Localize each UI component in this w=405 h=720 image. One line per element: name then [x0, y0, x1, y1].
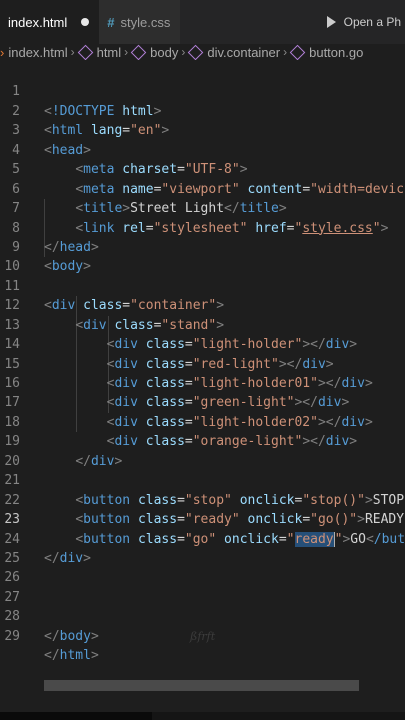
code-line: 28 </body>: [4, 609, 99, 644]
code-line: 1 <!DOCTYPE html>: [12, 84, 162, 119]
code-line: 11 <div class="container">: [4, 278, 225, 314]
breadcrumb-item-div-container[interactable]: div.container: [188, 44, 280, 60]
code-line: 20: [4, 453, 20, 469]
breadcrumb-item-file[interactable]: index.html: [8, 45, 67, 60]
bottom-bar: [0, 712, 405, 720]
code-line-active: 23 <button class="go" onclick="ready">GO…: [4, 512, 405, 547]
chevron-right-icon: ›: [124, 45, 129, 59]
chevron-right-icon: ›: [283, 45, 288, 59]
element-cube-icon: [77, 44, 93, 60]
watermark: ßfrft: [190, 630, 216, 643]
code-line: 9 <body>: [12, 239, 91, 275]
horizontal-scrollbar[interactable]: [44, 680, 359, 691]
code-line: 2 <html lang="en">: [12, 103, 170, 139]
code-line: 13 <div class="light-holder"></div>: [4, 317, 358, 353]
code-line: 17 <div class="light-holder02"></div>: [4, 395, 373, 430]
code-line: 27: [4, 589, 20, 605]
code-line: 14 <div class="red-light"></div>: [4, 337, 334, 372]
code-line: 12 <div class="stand">: [4, 298, 225, 333]
code-line: 24 </div>: [4, 531, 91, 566]
code-line: 26: [4, 570, 20, 586]
element-cube-icon: [289, 44, 306, 60]
breadcrumb-item-body[interactable]: body: [130, 44, 178, 60]
code-line: 6 <title>Street Light</title>: [12, 181, 287, 217]
breadcrumb-item-button-go[interactable]: button.go: [289, 44, 363, 60]
code-line: 15 <div class="light-holder01"></div>: [4, 356, 373, 392]
code-line: 21 <button class="stop" onclick="stop()"…: [4, 473, 405, 508]
css-hash-icon: #: [107, 14, 115, 30]
editor-actions: Open a Ph: [326, 0, 405, 44]
tab-bar: index.html # style.css Open a Ph: [0, 0, 405, 44]
element-cube-icon: [188, 44, 204, 60]
code-line: 7 <link rel="stylesheet" href="style.css…: [12, 201, 389, 236]
chevron-right-icon: ›: [70, 45, 75, 59]
code-editor[interactable]: 1 <!DOCTYPE html> 2 <html lang="en"> 3 <…: [0, 63, 405, 664]
code-line: 19 </div>: [4, 434, 123, 469]
code-line: 25: [4, 550, 20, 566]
chevron-right-icon: ›: [181, 45, 186, 59]
unsaved-dot-icon[interactable]: [81, 18, 90, 26]
breadcrumb: › index.html › html › body › div.contain…: [0, 44, 405, 60]
tab-style-css[interactable]: # style.css: [99, 0, 181, 44]
code-line: 3 <head>: [12, 123, 91, 158]
tab-index-html[interactable]: index.html: [0, 0, 100, 44]
code-line: 22 <button class="ready" onclick="go()">…: [4, 492, 405, 528]
code-line: 8 </head>: [12, 220, 99, 255]
element-cube-icon: [130, 44, 147, 60]
chevron-right-icon: ›: [0, 44, 5, 60]
open-preview-label[interactable]: Open a Ph: [344, 15, 401, 29]
breadcrumb-item-html[interactable]: html: [77, 44, 121, 60]
tab-label: index.html: [8, 14, 68, 30]
code-line: 16 <div class="green-light"></div>: [4, 376, 350, 411]
code-line: 29 </html>: [4, 628, 99, 664]
play-icon[interactable]: [326, 16, 336, 28]
code-line: 5 <meta name="viewport" content="width=d…: [12, 162, 405, 197]
code-line: 10: [4, 259, 20, 275]
tab-label: style.css: [120, 14, 171, 30]
bottom-bar-segment: [0, 712, 152, 720]
code-line: 4 <meta charset="UTF-8">: [12, 142, 248, 178]
code-line: 18 <div class="orange-light"></div>: [4, 414, 358, 450]
